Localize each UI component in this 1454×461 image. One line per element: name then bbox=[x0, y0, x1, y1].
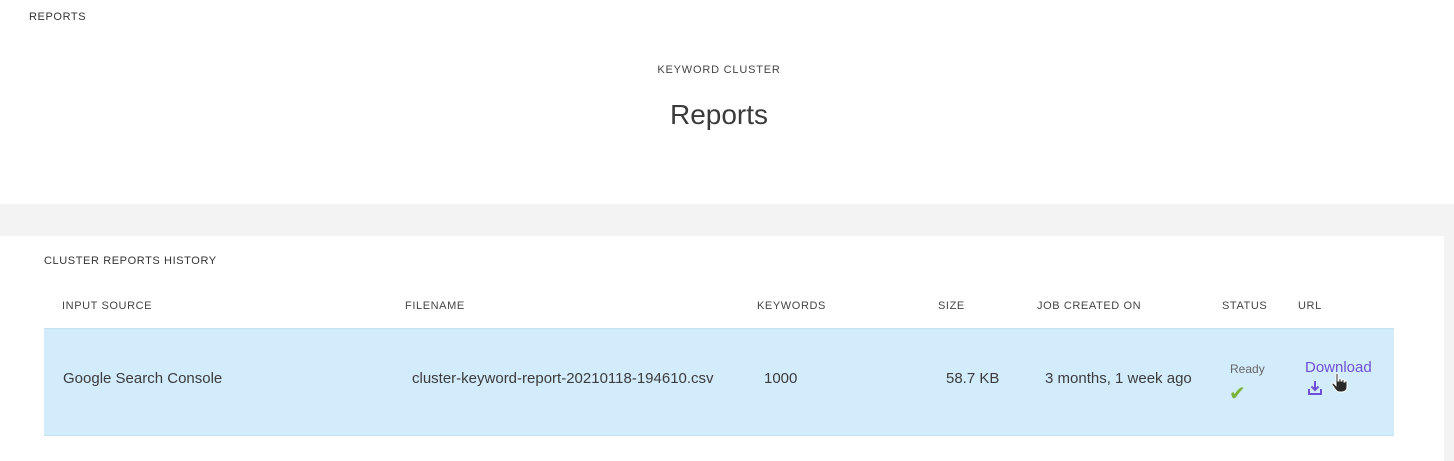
right-gutter bbox=[1444, 204, 1454, 461]
download-icon[interactable] bbox=[1307, 380, 1323, 396]
col-header-size: SIZE bbox=[938, 300, 965, 312]
page: REPORTS KEYWORD CLUSTER Reports CLUSTER … bbox=[0, 0, 1454, 461]
cell-filename: cluster-keyword-report-20210118-194610.c… bbox=[412, 370, 714, 387]
col-header-status: STATUS bbox=[1222, 300, 1268, 312]
cell-input-source: Google Search Console bbox=[63, 370, 223, 387]
hand-cursor-icon bbox=[1331, 372, 1348, 393]
reports-history-card: CLUSTER REPORTS HISTORY INPUT SOURCE FIL… bbox=[0, 236, 1444, 461]
col-header-filename: FILENAME bbox=[405, 300, 465, 312]
col-header-keywords: KEYWORDS bbox=[757, 300, 826, 312]
breadcrumb[interactable]: REPORTS bbox=[29, 11, 86, 23]
status-badge: Ready bbox=[1230, 362, 1265, 376]
page-title: Reports bbox=[669, 99, 769, 130]
check-icon: ✔ bbox=[1229, 383, 1246, 405]
cell-created: 3 months, 1 week ago bbox=[1045, 370, 1192, 387]
table-row[interactable]: Google Search Console cluster-keyword-re… bbox=[44, 328, 1394, 436]
cell-keywords: 1000 bbox=[764, 370, 798, 387]
cell-size: 58.7 KB bbox=[946, 370, 1000, 387]
section-divider bbox=[0, 204, 1454, 236]
col-header-job-created: JOB CREATED ON bbox=[1037, 300, 1142, 312]
history-title: CLUSTER REPORTS HISTORY bbox=[44, 255, 217, 267]
page-subtitle: KEYWORD CLUSTER bbox=[657, 64, 781, 76]
col-header-url: URL bbox=[1298, 300, 1322, 312]
col-header-input-source: INPUT SOURCE bbox=[62, 300, 153, 312]
